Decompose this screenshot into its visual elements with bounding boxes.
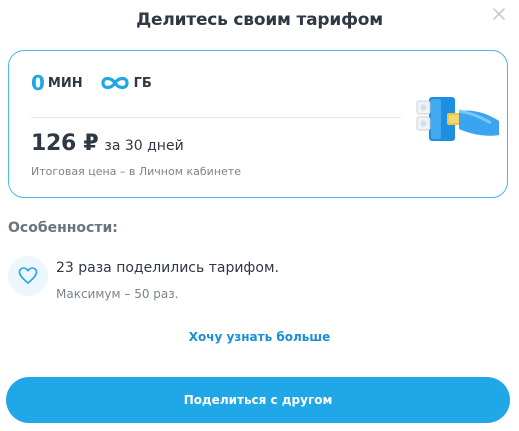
- minutes-value: 0: [31, 71, 45, 95]
- infinity-icon: [99, 74, 131, 92]
- blocks-illustration: [407, 91, 503, 157]
- feature-item-text: 23 раза поделились тарифом.: [56, 260, 279, 276]
- price-row: 126 ₽ за 30 дней: [31, 131, 184, 156]
- share-with-friend-button[interactable]: Поделиться с другом: [6, 377, 510, 423]
- card-divider: [31, 117, 401, 118]
- price-note: Итоговая цена – в Личном кабинете: [31, 165, 241, 178]
- close-icon[interactable]: [491, 6, 507, 22]
- dialog-title: Делитесь своим тарифом: [136, 10, 383, 30]
- gb-unit: ГБ: [133, 75, 152, 91]
- learn-more-link[interactable]: Хочу узнать больше: [0, 330, 519, 344]
- heart-icon: [8, 256, 48, 296]
- price-period: за 30 дней: [104, 138, 184, 154]
- feature-item-subtext: Максимум – 50 раз.: [56, 287, 179, 301]
- minutes-unit: МИН: [47, 75, 83, 91]
- features-title: Особенности:: [8, 220, 118, 236]
- tariff-card: 0 МИН ГБ 126 ₽ за 30 дней Итоговая цена …: [8, 50, 508, 198]
- price-value: 126 ₽: [31, 131, 99, 156]
- tariff-quota: 0 МИН ГБ: [31, 73, 152, 93]
